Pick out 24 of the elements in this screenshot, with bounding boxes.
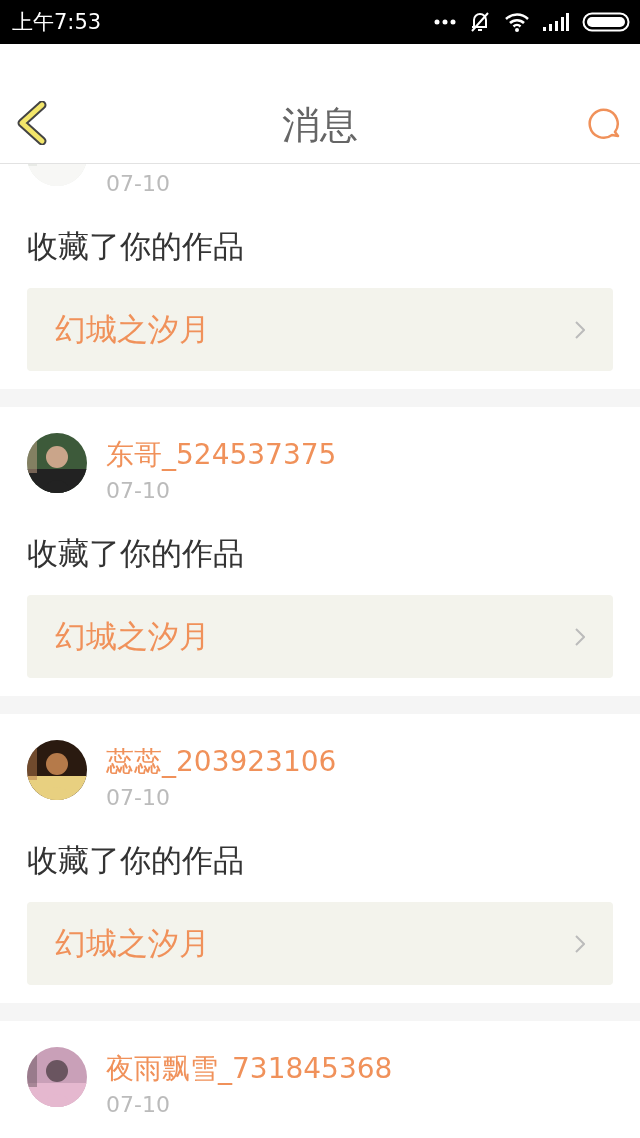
chevron-right-icon	[575, 320, 585, 339]
message-text: 收藏了你的作品	[27, 534, 245, 573]
user-name[interactable]: 蕊蕊_203923106	[106, 742, 337, 782]
status-time: 上午7:53	[12, 9, 102, 36]
user-name[interactable]: 东哥_524537375	[106, 435, 337, 475]
page-title: 消息	[282, 102, 358, 149]
chevron-right-icon	[575, 934, 585, 953]
work-link[interactable]: 幻城之汐月	[27, 595, 613, 678]
message-date: 07-10	[106, 784, 171, 812]
message-date: 07-10	[106, 170, 170, 198]
wifi-icon	[504, 12, 530, 32]
chevron-right-icon	[575, 627, 585, 646]
message-text: 收藏了你的作品	[27, 841, 245, 880]
user-name[interactable]: 夜雨飘雪_731845368	[106, 1049, 393, 1089]
message-text: 收藏了你的作品	[27, 227, 245, 266]
battery-icon	[582, 12, 630, 32]
signal-icon	[542, 12, 570, 32]
work-link[interactable]: 幻城之汐月	[27, 288, 613, 371]
message-date: 07-10	[106, 1091, 171, 1119]
work-link[interactable]: 幻城之汐月	[27, 902, 613, 985]
message-date: 07-10	[106, 477, 171, 505]
more-dots-icon	[434, 19, 456, 25]
back-icon[interactable]	[16, 101, 48, 145]
bell-muted-icon	[468, 10, 492, 34]
